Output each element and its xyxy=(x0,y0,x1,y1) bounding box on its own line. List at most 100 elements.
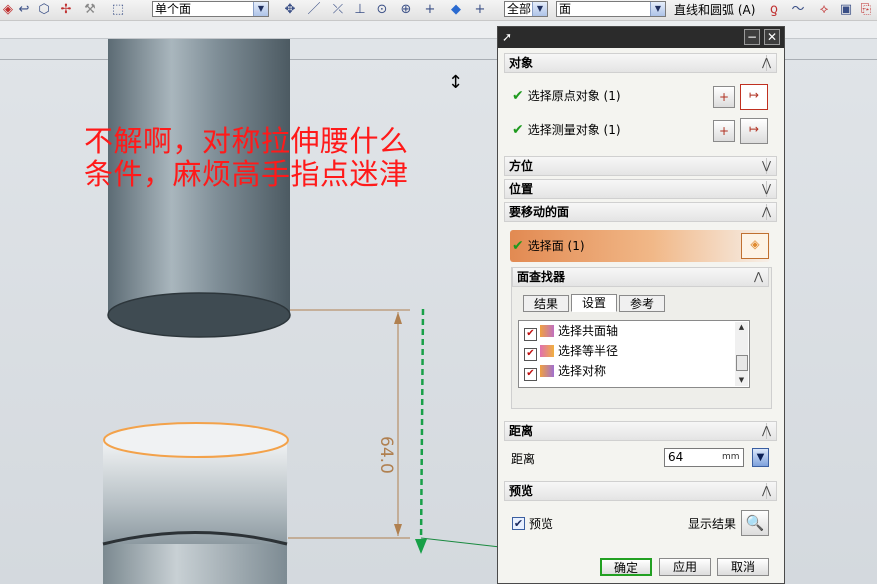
section-position-header[interactable]: 位置 ⋁ xyxy=(504,179,777,199)
line-icon[interactable]: ／ xyxy=(306,2,322,18)
list-item[interactable]: ✔ 选择共面轴 xyxy=(524,323,618,341)
equal-radius-icon xyxy=(540,345,554,357)
section-orientation-header[interactable]: 方位 ⋁ xyxy=(504,156,777,176)
section-object-title: 对象 xyxy=(509,56,534,70)
measure-point-button[interactable]: ↦ xyxy=(740,84,768,110)
close-icon[interactable]: ✕ xyxy=(764,29,780,45)
cube-icon[interactable]: ◆ xyxy=(448,2,464,18)
point-icon[interactable]: ◈ xyxy=(0,2,16,18)
chevron-up-icon[interactable]: ⋀ xyxy=(754,268,763,286)
chevron-down-icon: ▼ xyxy=(532,2,547,16)
chevron-down-icon[interactable]: ⋁ xyxy=(762,180,771,198)
fillet-icon[interactable]: ƍ xyxy=(766,2,782,18)
move-icon[interactable]: ✥ xyxy=(282,2,298,18)
finder-settings-list[interactable]: ✔ 选择共面轴 ✔ 选择等半径 ✔ 选择对称 ▲ ▼ xyxy=(518,320,750,388)
dimension-value-label[interactable]: 64.0 xyxy=(376,436,396,474)
select-origin-row[interactable]: ✔ 选择原点对象 (1) xyxy=(512,88,621,104)
chevron-up-icon[interactable]: ⋀ xyxy=(762,422,771,440)
check-icon: ✔ xyxy=(512,88,524,104)
resize-cursor-icon: ↕ xyxy=(448,72,464,93)
intersect-icon[interactable]: ⤫ xyxy=(330,2,346,18)
distance-value: 64 xyxy=(668,450,684,464)
checkbox-checked[interactable]: ✔ xyxy=(524,348,537,361)
section-faces-header[interactable]: 要移动的面 ⋀ xyxy=(504,202,777,222)
scroll-up-icon[interactable]: ▲ xyxy=(735,322,748,333)
curve-mode-label[interactable]: 直线和圆弧 (A) xyxy=(674,2,755,18)
filter-all-dropdown[interactable]: 全部 ▼ xyxy=(504,1,548,17)
measure-point-button-2[interactable]: ↦ xyxy=(740,118,768,144)
section-preview-title: 预览 xyxy=(509,484,534,498)
select-face-text-row[interactable]: ✔ 选择面 (1) xyxy=(512,238,585,254)
filter-face-value: 面 xyxy=(559,2,572,16)
section-face-finder-title: 面查找器 xyxy=(517,270,566,284)
distance-dropdown-button[interactable]: ▼ xyxy=(752,448,769,467)
spline-icon[interactable]: 〜 xyxy=(790,2,806,18)
chevron-up-icon[interactable]: ⋀ xyxy=(762,203,771,221)
cancel-button[interactable]: 取消 xyxy=(717,558,769,576)
sheet-icon[interactable]: ▣ xyxy=(838,2,854,18)
select-measure-label: 选择测量对象 (1) xyxy=(527,123,621,137)
chevron-down-icon[interactable]: ⋁ xyxy=(762,157,771,175)
target-icon[interactable]: ⊕ xyxy=(398,2,414,18)
tab-settings[interactable]: 设置 xyxy=(571,294,617,312)
show-result-label: 显示结果 xyxy=(688,517,737,531)
selection-box-icon[interactable]: ⬚ xyxy=(110,2,126,18)
caption-line-1: 不解啊，对称拉伸腰什么 xyxy=(84,124,409,158)
tab-results[interactable]: 结果 xyxy=(523,295,569,312)
point-dialog-button[interactable]: + xyxy=(713,86,735,108)
ok-button[interactable]: 确定 xyxy=(600,558,652,576)
export-icon[interactable]: ⎘ xyxy=(858,2,874,18)
chevron-up-icon[interactable]: ⋀ xyxy=(762,482,771,500)
hammer-icon[interactable]: ⚒ xyxy=(82,2,98,18)
checkbox-checked[interactable]: ✔ xyxy=(524,368,537,381)
section-face-finder-header[interactable]: 面查找器 ⋀ xyxy=(512,267,769,287)
symmetric-icon xyxy=(540,365,554,377)
chevron-up-icon[interactable]: ⋀ xyxy=(762,54,771,72)
undo-icon[interactable]: ↩ xyxy=(16,2,32,18)
distance-label: 距离 xyxy=(511,452,536,466)
filter-face-dropdown[interactable]: 面 ▼ xyxy=(556,1,666,17)
section-object-header[interactable]: 对象 ⋀ xyxy=(504,53,777,73)
caption-line-2: 条件，麻烦高手指点迷津 xyxy=(84,157,409,191)
tab-reference[interactable]: 参考 xyxy=(619,295,665,312)
scroll-thumb[interactable] xyxy=(736,355,748,371)
pivot-icon[interactable]: ⊥ xyxy=(352,2,368,18)
show-result-button[interactable]: 🔍 xyxy=(741,510,769,536)
list-scrollbar[interactable]: ▲ ▼ xyxy=(735,322,748,386)
chevron-down-icon: ▼ xyxy=(253,2,268,16)
circle-icon[interactable]: ⊙ xyxy=(374,2,390,18)
direction-vector xyxy=(419,308,425,545)
snap-icon[interactable]: ✢ xyxy=(58,2,74,18)
offset-face-dialog: ➚ − ✕ 对象 ⋀ ✔ 选择原点对象 (1) + ↦ ✔ 选择测量对象 (1) +… xyxy=(497,26,785,584)
point-dialog-button-2[interactable]: + xyxy=(713,120,735,142)
list-item[interactable]: ✔ 选择对称 xyxy=(524,363,606,381)
face-cube-button[interactable]: ◈ xyxy=(741,233,769,259)
direction-handle-line xyxy=(420,537,501,548)
preview-label: 预览 xyxy=(529,517,554,531)
plus-icon[interactable]: + xyxy=(422,2,438,18)
select-measure-row[interactable]: ✔ 选择测量对象 (1) xyxy=(512,122,621,138)
direction-arrow-head xyxy=(415,539,427,554)
selection-filter-dropdown[interactable]: 单个面 ▼ xyxy=(152,1,269,17)
list-item[interactable]: ✔ 选择等半径 xyxy=(524,343,618,361)
preview-checkbox[interactable]: ✔ xyxy=(512,517,525,530)
check-icon: ✔ xyxy=(512,238,524,254)
checkbox-checked[interactable]: ✔ xyxy=(524,328,537,341)
minimize-button[interactable]: − xyxy=(744,29,760,45)
section-preview-header[interactable]: 预览 ⋀ xyxy=(504,481,777,501)
apply-button[interactable]: 应用 xyxy=(659,558,711,576)
dimension-arrow-bottom xyxy=(394,524,402,536)
list-item-label: 选择对称 xyxy=(558,364,607,378)
upper-cylinder-bottom-face xyxy=(107,292,291,338)
vertex-icon[interactable]: ⟡ xyxy=(816,2,832,18)
section-distance-header[interactable]: 距离 ⋀ xyxy=(504,421,777,441)
select-face-label: 选择面 (1) xyxy=(527,239,585,253)
dialog-titlebar[interactable]: ➚ − ✕ xyxy=(498,27,784,48)
add-icon[interactable]: + xyxy=(472,2,488,18)
chevron-down-icon: ▼ xyxy=(650,2,665,16)
scroll-down-icon[interactable]: ▼ xyxy=(735,375,748,386)
dialog-menu-icon[interactable]: ➚ xyxy=(502,30,512,44)
section-position-title: 位置 xyxy=(509,182,534,196)
box-icon[interactable]: ⬡ xyxy=(36,2,52,18)
coaxial-icon xyxy=(540,325,554,337)
